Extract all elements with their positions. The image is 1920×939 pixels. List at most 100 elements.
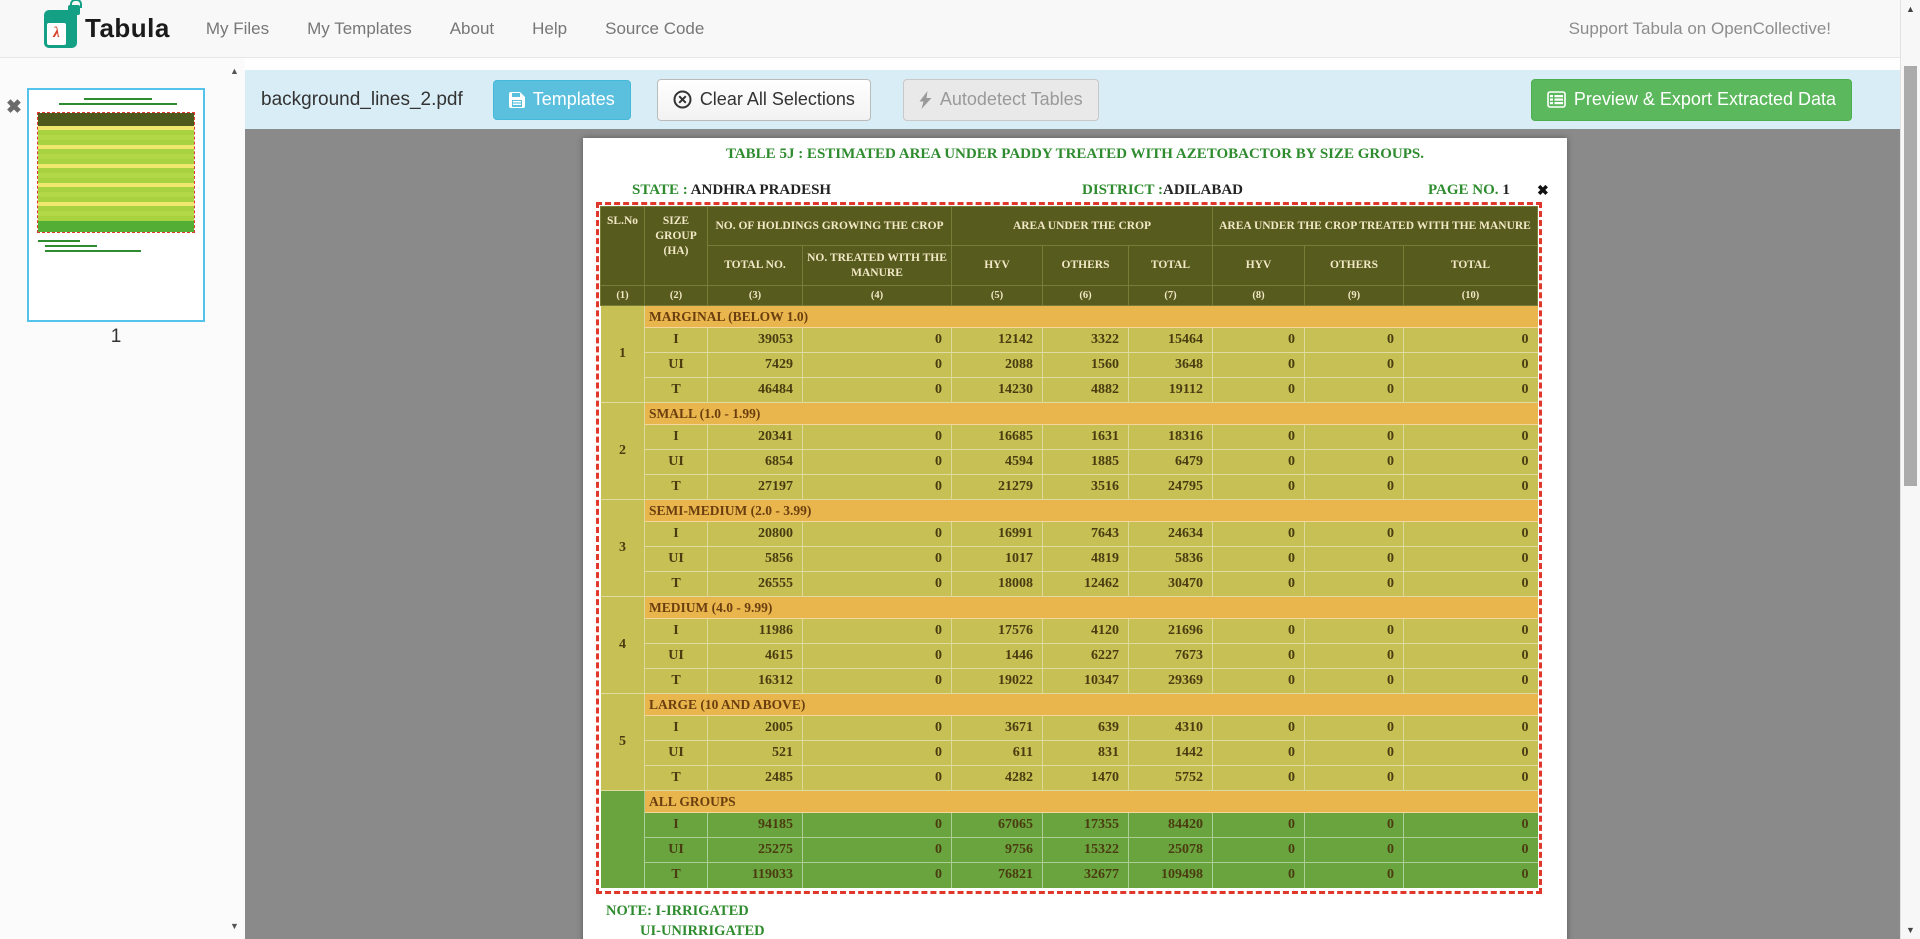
row-type-cell: I [645, 328, 708, 353]
slno-cell [601, 791, 645, 888]
value-cell: 0 [803, 475, 952, 500]
value-cell: 6854 [708, 450, 803, 475]
nav-about[interactable]: About [450, 19, 494, 39]
header-area: AREA UNDER THE CROP [952, 207, 1213, 246]
subheader-others: OTHERS [1305, 246, 1404, 286]
nav-my-files[interactable]: My Files [206, 19, 269, 39]
row-type-cell: I [645, 522, 708, 547]
value-cell: 39053 [708, 328, 803, 353]
table-data-row: UI74290208815603648000 [601, 353, 1538, 378]
nav-my-templates[interactable]: My Templates [307, 19, 412, 39]
page-thumbnail[interactable] [27, 88, 205, 322]
meta-page-no: PAGE NO. 1 [1428, 182, 1510, 199]
value-cell: 6479 [1129, 450, 1213, 475]
table-section-row: 1MARGINAL (BELOW 1.0) [601, 306, 1538, 328]
subheader-total: TOTAL [1404, 246, 1538, 286]
scroll-up-icon[interactable]: ▲ [230, 66, 239, 76]
scroll-down-icon[interactable]: ▼ [1906, 925, 1915, 935]
preview-export-button[interactable]: Preview & Export Extracted Data [1531, 79, 1852, 121]
selection-close-icon[interactable]: ✖ [1537, 182, 1549, 199]
value-cell: 0 [1404, 813, 1538, 838]
value-cell: 4882 [1043, 378, 1129, 403]
header-area-treated: AREA UNDER THE CROP TREATED WITH THE MAN… [1213, 207, 1538, 246]
table-data-row: T11903307682132677109498000 [601, 863, 1538, 888]
subheader-total-no: TOTAL NO. [708, 246, 803, 286]
thumb-title-line [84, 98, 152, 100]
templates-button[interactable]: Templates [493, 80, 631, 120]
value-cell: 119033 [708, 863, 803, 888]
district-label: DISTRICT : [1082, 182, 1163, 198]
thumb-note-line [38, 240, 80, 242]
pdf-page[interactable]: TABLE 5J : ESTIMATED AREA UNDER PADDY TR… [583, 138, 1567, 939]
value-cell: 0 [1213, 741, 1305, 766]
value-cell: 0 [1305, 522, 1404, 547]
scroll-up-icon[interactable]: ▲ [1906, 4, 1915, 14]
col-number: (3) [708, 286, 803, 306]
value-cell: 4594 [952, 450, 1043, 475]
value-cell: 1442 [1129, 741, 1213, 766]
value-cell: 1885 [1043, 450, 1129, 475]
value-cell: 11986 [708, 619, 803, 644]
value-cell: 16991 [952, 522, 1043, 547]
value-cell: 26555 [708, 572, 803, 597]
sidebar-scrollbar[interactable]: ▲ ▼ [227, 58, 245, 939]
row-type-cell: T [645, 766, 708, 791]
value-cell: 0 [803, 522, 952, 547]
page-no-label: PAGE NO. [1428, 182, 1499, 198]
value-cell: 10347 [1043, 669, 1129, 694]
value-cell: 831 [1043, 741, 1129, 766]
value-cell: 0 [1305, 741, 1404, 766]
col-number: (9) [1305, 286, 1404, 306]
value-cell: 1017 [952, 547, 1043, 572]
value-cell: 4282 [952, 766, 1043, 791]
table-data-row: I20800016991764324634000 [601, 522, 1538, 547]
value-cell: 521 [708, 741, 803, 766]
size-group-label: SEMI-MEDIUM (2.0 - 3.99) [645, 500, 1538, 522]
col-number: (7) [1129, 286, 1213, 306]
table-data-row: UI52106118311442000 [601, 741, 1538, 766]
value-cell: 0 [1213, 716, 1305, 741]
value-cell: 0 [1305, 328, 1404, 353]
value-cell: 94185 [708, 813, 803, 838]
autodetect-tables-button[interactable]: Autodetect Tables [903, 79, 1099, 121]
value-cell: 24795 [1129, 475, 1213, 500]
header-holdings: NO. OF HOLDINGS GROWING THE CROP [708, 207, 952, 246]
clear-all-selections-button[interactable]: Clear All Selections [657, 79, 871, 121]
table-data-row: I11986017576412021696000 [601, 619, 1538, 644]
thumb-table-rows [38, 126, 194, 221]
scroll-down-icon[interactable]: ▼ [230, 921, 239, 931]
value-cell: 1560 [1043, 353, 1129, 378]
value-cell: 16685 [952, 425, 1043, 450]
value-cell: 17576 [952, 619, 1043, 644]
thumb-note-line [45, 245, 97, 247]
window-scrollbar[interactable]: ▲ ▼ [1900, 0, 1920, 939]
thumb-note-line [45, 250, 141, 252]
nav-support-link[interactable]: Support Tabula on OpenCollective! [1569, 19, 1831, 39]
value-cell: 0 [803, 425, 952, 450]
value-cell: 109498 [1129, 863, 1213, 888]
nav-help[interactable]: Help [532, 19, 567, 39]
table-section-row: 4MEDIUM (4.0 - 9.99) [601, 597, 1538, 619]
size-group-label: MEDIUM (4.0 - 9.99) [645, 597, 1538, 619]
value-cell: 0 [803, 378, 952, 403]
value-cell: 0 [1213, 450, 1305, 475]
value-cell: 4819 [1043, 547, 1129, 572]
value-cell: 0 [1404, 475, 1538, 500]
scrollbar-thumb[interactable] [1904, 66, 1917, 486]
value-cell: 7643 [1043, 522, 1129, 547]
row-type-cell: T [645, 863, 708, 888]
value-cell: 0 [1213, 572, 1305, 597]
value-cell: 5836 [1129, 547, 1213, 572]
thumb-table-total-rows [38, 221, 194, 232]
thumbnail-page-number: 1 [27, 326, 205, 348]
table-data-row: T265550180081246230470000 [601, 572, 1538, 597]
size-group-label: SMALL (1.0 - 1.99) [645, 403, 1538, 425]
value-cell: 1631 [1043, 425, 1129, 450]
remove-page-icon[interactable]: ✖ [6, 96, 22, 119]
pdf-viewer-area[interactable]: TABLE 5J : ESTIMATED AREA UNDER PADDY TR… [245, 129, 1900, 939]
value-cell: 0 [1404, 741, 1538, 766]
nav-source-code[interactable]: Source Code [605, 19, 704, 39]
value-cell: 21279 [952, 475, 1043, 500]
value-cell: 21696 [1129, 619, 1213, 644]
value-cell: 0 [1404, 766, 1538, 791]
